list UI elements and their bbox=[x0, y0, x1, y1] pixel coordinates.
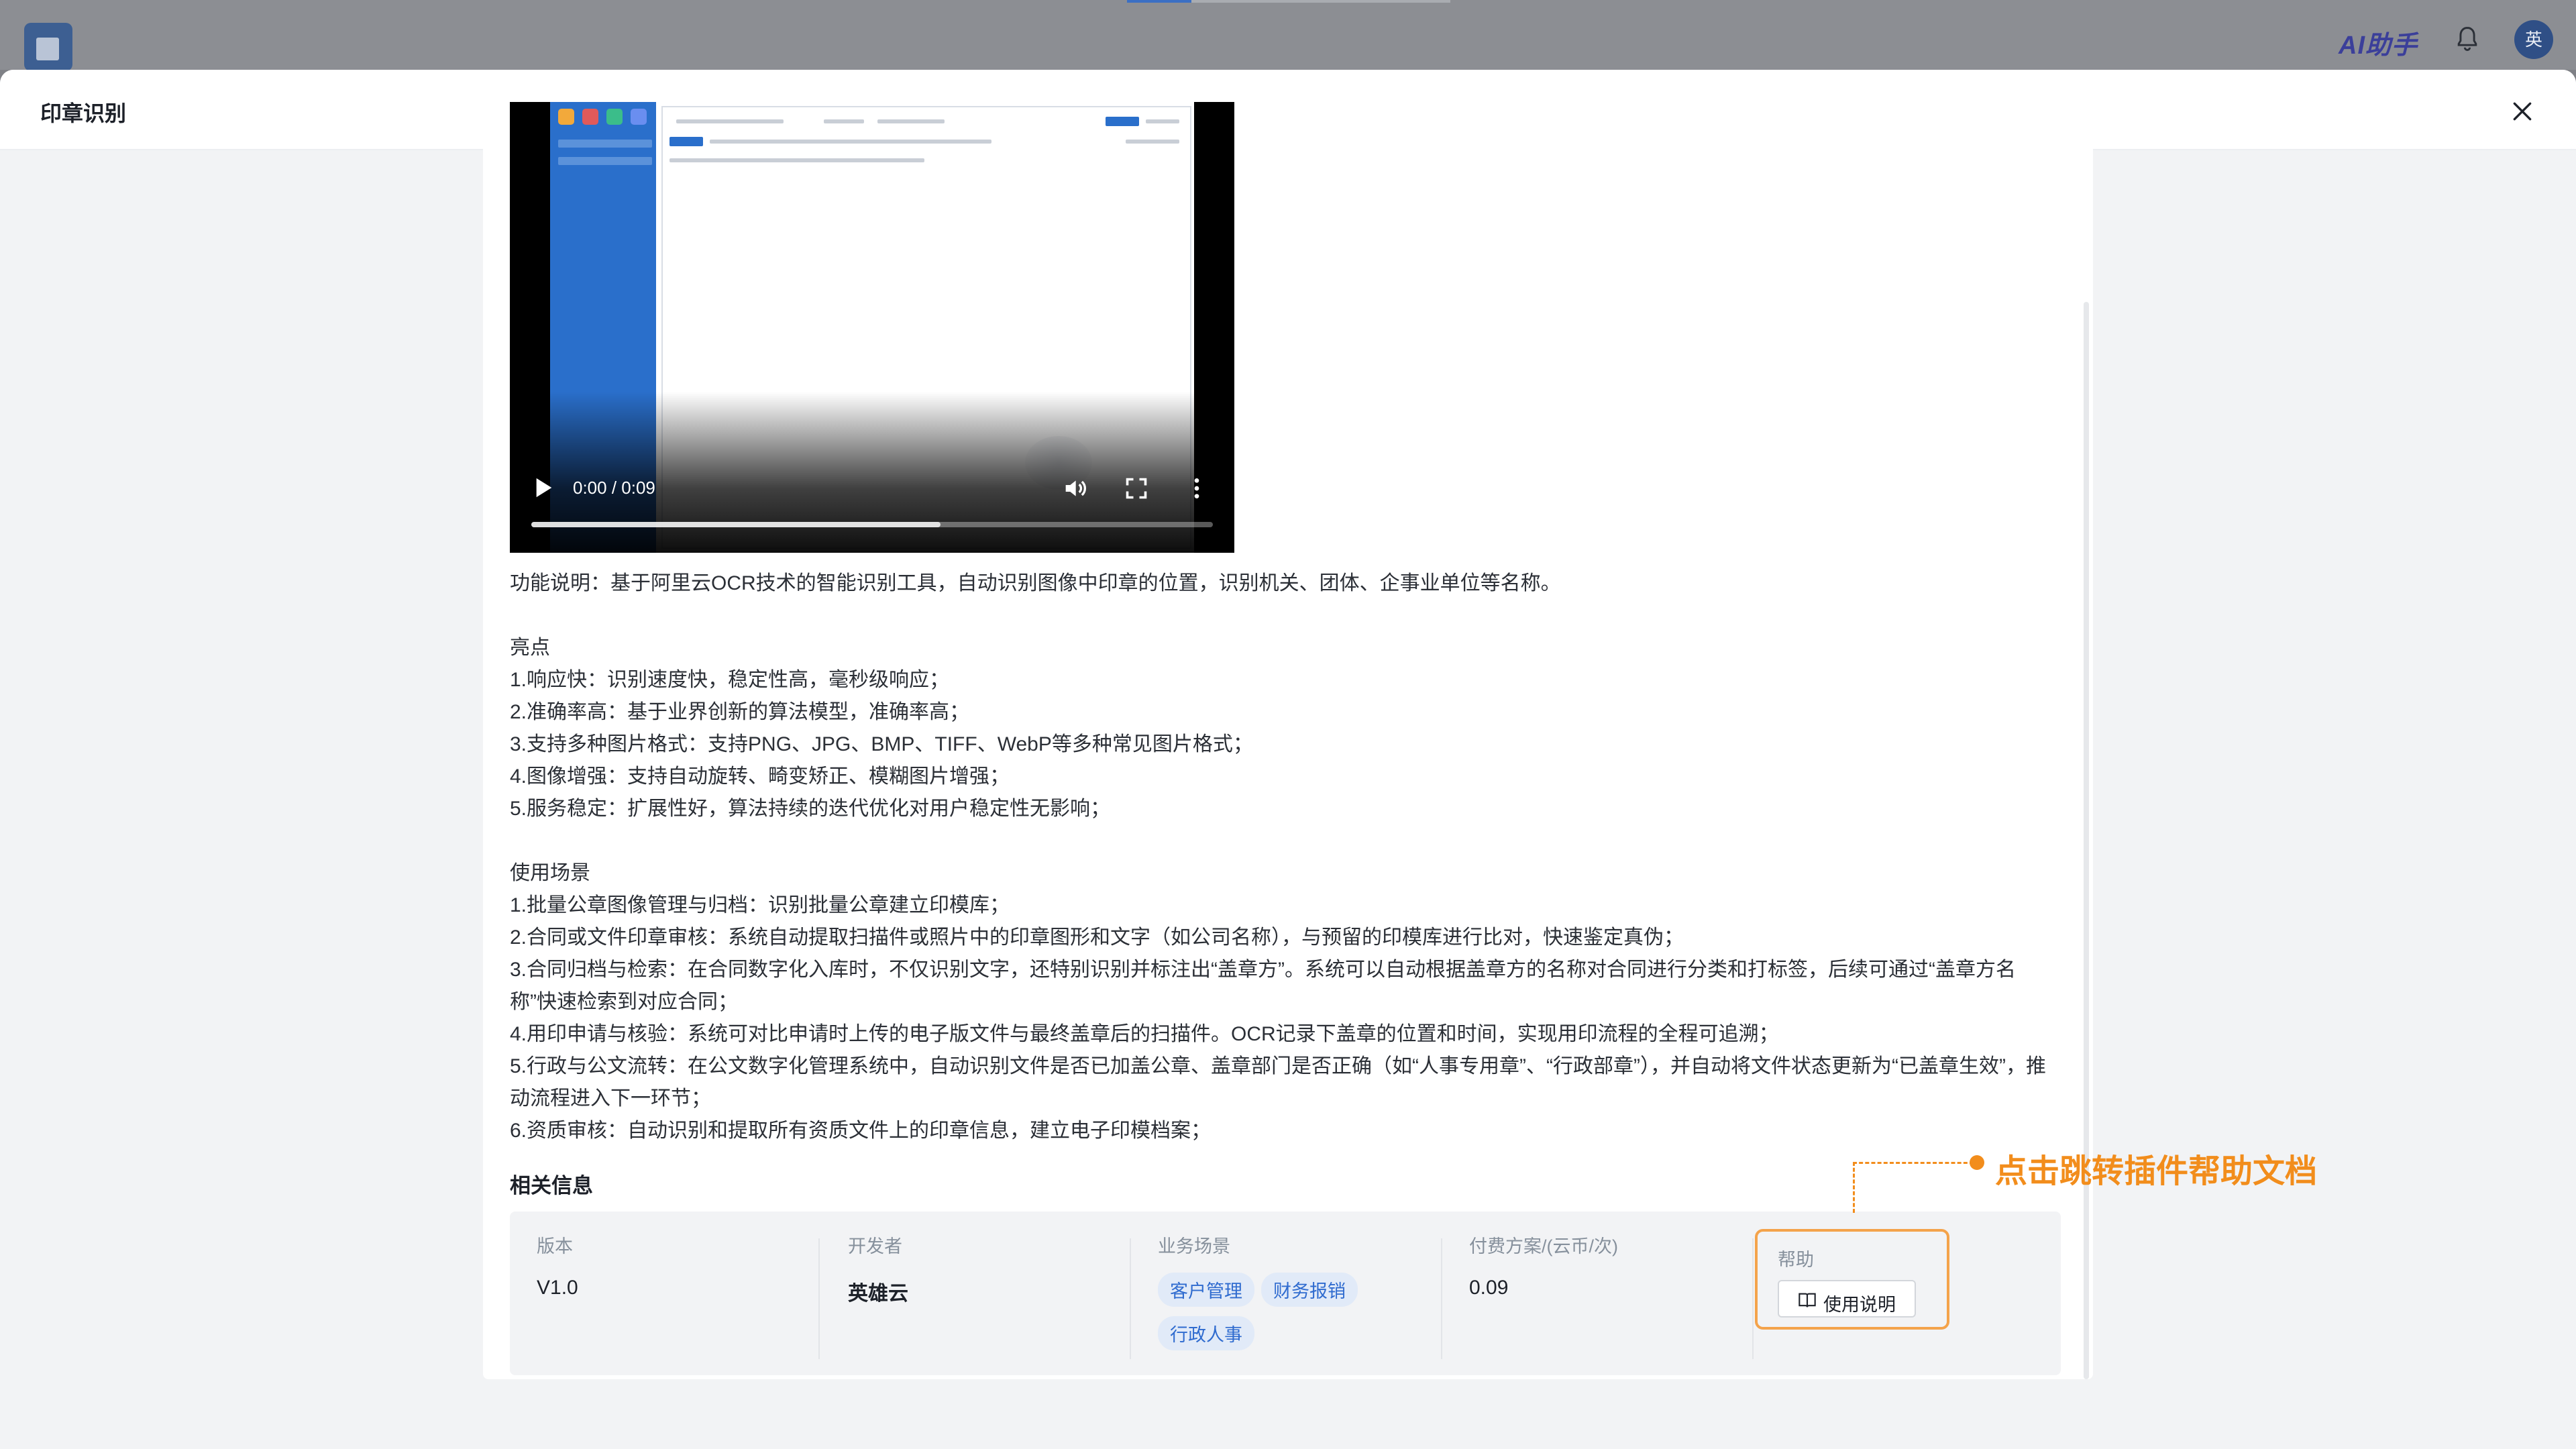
demo-video-player[interactable]: 0:00 / 0:09 bbox=[510, 102, 1234, 553]
highlight-item: 3.支持多种图片格式：支持PNG、JPG、BMP、TIFF、WebP等多种常见图… bbox=[510, 733, 1253, 755]
tab-indicator bbox=[1191, 0, 1450, 3]
close-icon[interactable] bbox=[2509, 98, 2536, 125]
developer-label: 开发者 bbox=[848, 1236, 902, 1256]
related-info-panel: 版本 V1.0 开发者 英雄云 业务场景 客户管理 财务报销 行政人事 付费方案/… bbox=[510, 1212, 2061, 1375]
annotation-connector bbox=[1853, 1162, 1855, 1213]
active-tab-indicator bbox=[1127, 0, 1191, 3]
video-time: 0:00 / 0:09 bbox=[573, 478, 655, 498]
developer-value: 英雄云 bbox=[848, 1283, 908, 1305]
bell-icon[interactable] bbox=[2453, 24, 2482, 54]
divider bbox=[1130, 1238, 1131, 1359]
annotation-callout: 点击跳转插件帮助文档 bbox=[1995, 1152, 2318, 1190]
scenario-item: 4.用印申请与核验：系统可对比申请时上传的电子版文件与最终盖章后的扫描件。OCR… bbox=[510, 1023, 1779, 1045]
usage-guide-button[interactable]: 使用说明 bbox=[1778, 1280, 1916, 1318]
related-info-title: 相关信息 bbox=[510, 1174, 593, 1197]
drawer-title: 印章识别 bbox=[40, 101, 127, 125]
annotation-connector bbox=[1853, 1162, 1974, 1164]
scenario-item: 6.资质审核：自动识别和提取所有资质文件上的印章信息，建立电子印模档案； bbox=[510, 1120, 1212, 1142]
price-label: 付费方案/(云币/次) bbox=[1469, 1236, 1618, 1256]
scenario-label: 业务场景 bbox=[1158, 1236, 1230, 1256]
video-controls-shade bbox=[510, 392, 1234, 553]
scenario-section: 业务场景 客户管理 财务报销 行政人事 bbox=[1158, 1232, 1440, 1360]
highlights-title: 亮点 bbox=[510, 637, 550, 659]
more-options-icon[interactable] bbox=[1183, 475, 1210, 502]
highlight-item: 4.图像增强：支持自动旋转、畸变矫正、模糊图片增强； bbox=[510, 765, 1010, 788]
ai-helper-button[interactable]: AI助手 bbox=[2339, 24, 2418, 61]
divider bbox=[1752, 1238, 1754, 1359]
help-label: 帮助 bbox=[1778, 1250, 1814, 1270]
function-description: 功能说明：基于阿里云OCR技术的智能识别工具，自动识别图像中印章的位置，识别机关… bbox=[510, 572, 1561, 594]
video-progress-fill bbox=[531, 522, 941, 527]
developer-section: 开发者 英雄云 bbox=[848, 1232, 1130, 1306]
divider bbox=[1441, 1238, 1442, 1359]
avatar[interactable]: 英 bbox=[2514, 20, 2553, 59]
play-icon[interactable] bbox=[534, 476, 554, 499]
annotation-dot bbox=[1970, 1155, 1984, 1170]
version-section: 版本 V1.0 bbox=[537, 1232, 818, 1299]
scenario-tags: 客户管理 财务报销 行政人事 bbox=[1158, 1273, 1399, 1360]
book-icon bbox=[1799, 1293, 1816, 1307]
scenario-item: 3.合同归档与检索：在合同数字化入库时，不仅识别文字，还特别识别并标注出“盖章方… bbox=[510, 959, 2016, 1013]
highlight-item: 1.响应快：识别速度快，稳定性高，毫秒级响应； bbox=[510, 669, 950, 691]
scenarios-title: 使用场景 bbox=[510, 862, 590, 884]
price-section: 付费方案/(云币/次) 0.09 bbox=[1469, 1232, 1751, 1299]
app-logo[interactable] bbox=[24, 23, 72, 71]
usage-guide-label: 使用说明 bbox=[1823, 1295, 1896, 1315]
scenario-tag: 财务报销 bbox=[1261, 1273, 1358, 1307]
version-value: V1.0 bbox=[537, 1277, 578, 1299]
scenario-tag: 客户管理 bbox=[1158, 1273, 1254, 1307]
fullscreen-icon[interactable] bbox=[1124, 476, 1148, 500]
volume-icon[interactable] bbox=[1061, 475, 1088, 502]
scenario-tag: 行政人事 bbox=[1158, 1316, 1254, 1350]
scrollbar[interactable] bbox=[2084, 302, 2089, 1379]
scenario-item: 1.批量公章图像管理与归档：识别批量公章建立印模库； bbox=[510, 894, 1010, 916]
highlight-item: 5.服务稳定：扩展性好，算法持续的迭代优化对用户稳定性无影响； bbox=[510, 798, 1111, 820]
app-topbar: AI助手 英 bbox=[0, 0, 2576, 71]
video-progress-bar[interactable] bbox=[531, 522, 1213, 527]
highlight-item: 2.准确率高：基于业界创新的算法模型，准确率高； bbox=[510, 701, 970, 723]
version-label: 版本 bbox=[537, 1236, 573, 1256]
scenario-item: 2.合同或文件印章审核：系统自动提取扫描件或照片中的印章图形和文字（如公司名称）… bbox=[510, 926, 1684, 949]
divider bbox=[818, 1238, 820, 1359]
plugin-description: 功能说明：基于阿里云OCR技术的智能识别工具，自动识别图像中印章的位置，识别机关… bbox=[510, 568, 2059, 1147]
scenario-item: 5.行政与公文流转：在公文数字化管理系统中，自动识别文件是否已加盖公章、盖章部门… bbox=[510, 1055, 2046, 1110]
help-section: 帮助 使用说明 bbox=[1755, 1229, 1949, 1330]
price-value: 0.09 bbox=[1469, 1277, 1509, 1299]
